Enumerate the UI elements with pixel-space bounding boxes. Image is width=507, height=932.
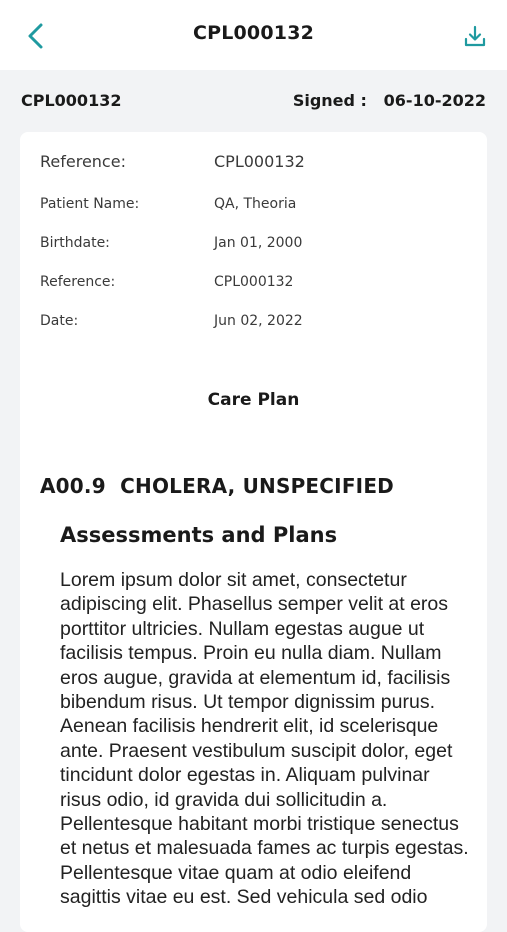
signed-date: 06-10-2022: [383, 91, 486, 110]
detail-label: Reference:: [40, 152, 126, 171]
page-title: CPL000132: [192, 22, 315, 44]
diagnosis-heading: A00.9 CHOLERA, UNSPECIFIED: [40, 474, 394, 498]
detail-row-patient-name: Patient Name: QA, Theoria: [40, 196, 470, 212]
document-heading: Care Plan: [207, 390, 300, 410]
document-info-bar: CPL000132 Signed : 06-10-2022: [0, 70, 507, 132]
document-reference: CPL000132: [21, 91, 122, 110]
care-plan-document: Reference: CPL000132 Patient Name: QA, T…: [20, 132, 487, 932]
detail-label: Birthdate:: [40, 235, 110, 251]
detail-row-date: Date: Jun 02, 2022: [40, 313, 470, 329]
detail-value: Jun 02, 2022: [214, 313, 303, 329]
detail-row-birthdate: Birthdate: Jan 01, 2000: [40, 235, 470, 251]
diagnosis-name: CHOLERA, UNSPECIFIED: [120, 474, 394, 498]
download-icon: [464, 25, 486, 47]
detail-value: CPL000132: [214, 152, 305, 171]
section-body-text: Lorem ipsum dolor sit amet, consectetur …: [60, 569, 469, 909]
section-title: Assessments and Plans: [60, 523, 338, 547]
detail-row-top-reference: Reference: CPL000132: [40, 152, 470, 171]
top-app-bar: CPL000132: [0, 0, 507, 70]
detail-label: Patient Name:: [40, 196, 140, 212]
diagnosis-code: A00.9: [40, 474, 106, 498]
download-button[interactable]: [455, 16, 495, 56]
signed-label: Signed :: [292, 91, 367, 110]
detail-row-reference: Reference: CPL000132: [40, 274, 470, 290]
signed-status: Signed : 06-10-2022: [293, 91, 486, 110]
detail-value: QA, Theoria: [214, 196, 297, 212]
detail-label: Reference:: [40, 274, 116, 290]
detail-label: Date:: [40, 313, 79, 329]
detail-value: Jan 01, 2000: [214, 235, 303, 251]
detail-value: CPL000132: [214, 274, 294, 290]
